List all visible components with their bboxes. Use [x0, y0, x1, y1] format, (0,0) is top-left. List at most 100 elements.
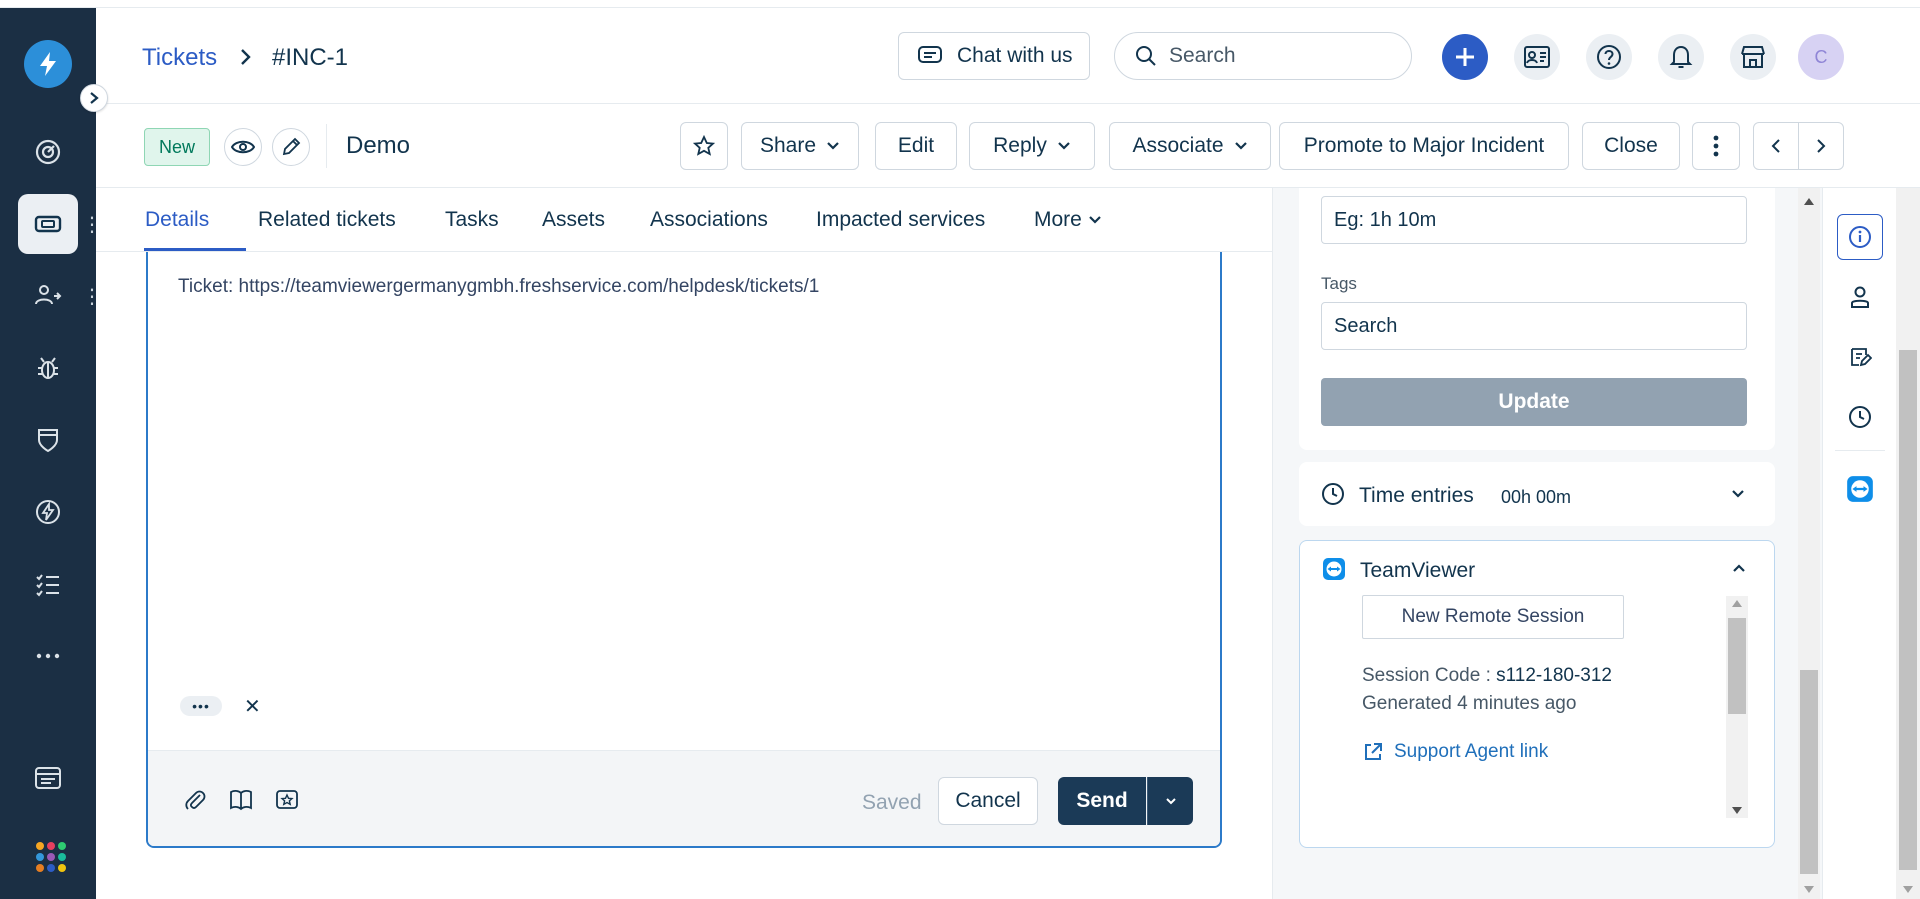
rail-notes[interactable] — [1837, 334, 1883, 380]
chat-with-us-button[interactable]: Chat with us — [898, 32, 1090, 80]
chevron-down-icon — [1234, 142, 1247, 150]
attachment-icon[interactable] — [182, 787, 208, 813]
reply-editor[interactable]: Ticket: https://teamviewergermanygmbh.fr… — [146, 252, 1222, 848]
notifications-button[interactable] — [1658, 34, 1704, 80]
chevron-left-icon — [1771, 139, 1780, 153]
top-edge — [0, 0, 1920, 8]
more-actions-button[interactable] — [1692, 122, 1740, 170]
nav-changes[interactable] — [18, 266, 78, 326]
teamviewer-scroll-thumb[interactable] — [1728, 618, 1746, 714]
contacts-button[interactable] — [1514, 34, 1560, 80]
cancel-reply-button[interactable]: Cancel — [938, 777, 1038, 825]
canned-response-icon[interactable] — [274, 787, 300, 813]
edit-title-button[interactable] — [272, 128, 310, 166]
more-vertical-icon — [1713, 135, 1719, 157]
teamviewer-scrollbar[interactable] — [1726, 596, 1748, 818]
properties-panel-scroll-thumb[interactable] — [1800, 670, 1818, 874]
global-search-input[interactable]: Search — [1114, 32, 1412, 80]
associate-button[interactable]: Associate — [1109, 122, 1271, 170]
tab-assets[interactable]: Assets — [542, 208, 605, 232]
support-agent-link-label: Support Agent link — [1394, 741, 1549, 762]
scroll-down-arrow-icon[interactable] — [1804, 886, 1814, 893]
session-generated-time: Generated 4 minutes ago — [1362, 693, 1577, 714]
breadcrumb-current: #INC-1 — [272, 44, 349, 71]
page-scroll-thumb[interactable] — [1899, 350, 1917, 870]
bug-icon — [38, 357, 58, 379]
solution-book-icon[interactable] — [228, 787, 254, 813]
eye-icon — [231, 140, 255, 154]
chevron-down-icon — [1058, 142, 1070, 150]
send-options-button[interactable] — [1147, 777, 1193, 825]
show-quoted-text-button[interactable]: ••• — [180, 696, 222, 716]
reply-button[interactable]: Reply — [969, 122, 1095, 170]
send-button[interactable]: Send — [1058, 777, 1146, 825]
tab-more[interactable]: More — [1034, 208, 1102, 232]
tags-input[interactable]: Search — [1321, 302, 1747, 350]
promote-major-incident-button[interactable]: Promote to Major Incident — [1279, 122, 1569, 170]
nav-admin[interactable] — [18, 748, 78, 808]
time-entries-value: 00h 00m — [1501, 487, 1572, 507]
support-agent-link[interactable]: Support Agent link — [1362, 741, 1548, 763]
nav-problems[interactable] — [18, 338, 78, 398]
left-nav: ⋮ ⋮ — [0, 8, 102, 899]
tab-related-tickets[interactable]: Related tickets — [258, 208, 396, 232]
new-remote-session-button[interactable]: New Remote Session — [1362, 595, 1624, 639]
tab-impacted-services[interactable]: Impacted services — [816, 208, 985, 232]
close-label: Close — [1604, 134, 1658, 157]
plus-icon — [1456, 48, 1474, 66]
close-ticket-button[interactable]: Close — [1582, 122, 1680, 170]
tab-tasks[interactable]: Tasks — [445, 208, 499, 232]
rail-ticket-properties[interactable] — [1837, 214, 1883, 260]
breadcrumb-tickets-link[interactable]: Tickets — [142, 44, 217, 72]
contact-card-icon — [1524, 46, 1550, 68]
remove-quoted-icon[interactable]: ✕ — [244, 694, 261, 719]
previous-ticket-button[interactable] — [1753, 122, 1799, 170]
time-tracking-card: Eg: 1h 10m Tags Search Update — [1299, 188, 1775, 450]
nav-changes-more[interactable]: ⋮ — [82, 287, 102, 307]
header-divider — [326, 124, 327, 168]
note-edit-icon — [1851, 348, 1872, 367]
marketplace-button[interactable] — [1730, 34, 1776, 80]
nav-tasks[interactable] — [18, 554, 78, 614]
nav-automations[interactable] — [18, 482, 78, 542]
chevron-up-icon[interactable] — [1732, 563, 1746, 573]
time-spent-input[interactable]: Eg: 1h 10m — [1321, 196, 1747, 244]
chat-label: Chat with us — [957, 44, 1073, 67]
watch-button[interactable] — [224, 128, 262, 166]
rail-teamviewer-app[interactable] — [1837, 466, 1883, 512]
help-button[interactable] — [1586, 34, 1632, 80]
freshservice-logo[interactable] — [24, 40, 72, 88]
editor-body-text[interactable]: Ticket: https://teamviewergermanygmbh.fr… — [178, 276, 819, 298]
scroll-down-arrow-icon[interactable] — [1903, 886, 1913, 893]
page-scrollbar[interactable] — [1896, 188, 1920, 899]
scroll-up-arrow-icon[interactable] — [1732, 600, 1742, 607]
time-entries-card[interactable]: Time entries 00h 00m — [1299, 462, 1775, 526]
nav-releases[interactable] — [18, 410, 78, 470]
rail-requester-info[interactable] — [1837, 274, 1883, 320]
nav-tickets[interactable] — [18, 194, 78, 254]
chevron-down-icon — [827, 142, 839, 150]
new-item-button[interactable] — [1442, 34, 1488, 80]
nav-dashboard[interactable] — [18, 122, 78, 182]
ticket-header: New Demo Share Edit Reply Associate Prom… — [96, 104, 1920, 188]
properties-panel-scrollbar[interactable] — [1798, 188, 1820, 899]
apps-grid-icon[interactable] — [36, 842, 66, 872]
update-button[interactable]: Update — [1321, 378, 1747, 426]
search-placeholder: Search — [1169, 44, 1236, 67]
edit-button[interactable]: Edit — [875, 122, 957, 170]
tab-associations[interactable]: Associations — [650, 208, 768, 232]
favorite-button[interactable] — [680, 122, 728, 170]
next-ticket-button[interactable] — [1798, 122, 1844, 170]
share-button[interactable]: Share — [741, 122, 859, 170]
user-avatar[interactable]: C — [1798, 34, 1844, 80]
nav-more[interactable] — [18, 626, 78, 686]
user-swap-icon — [35, 285, 62, 305]
rail-activities[interactable] — [1837, 394, 1883, 440]
active-tab-indicator — [144, 248, 246, 251]
scroll-down-arrow-icon[interactable] — [1732, 807, 1742, 814]
share-label: Share — [759, 134, 817, 157]
scroll-up-arrow-icon[interactable] — [1804, 198, 1814, 205]
expand-nav-button[interactable] — [80, 84, 108, 112]
admin-panel-icon — [35, 767, 61, 789]
tab-details[interactable]: Details — [145, 208, 209, 232]
